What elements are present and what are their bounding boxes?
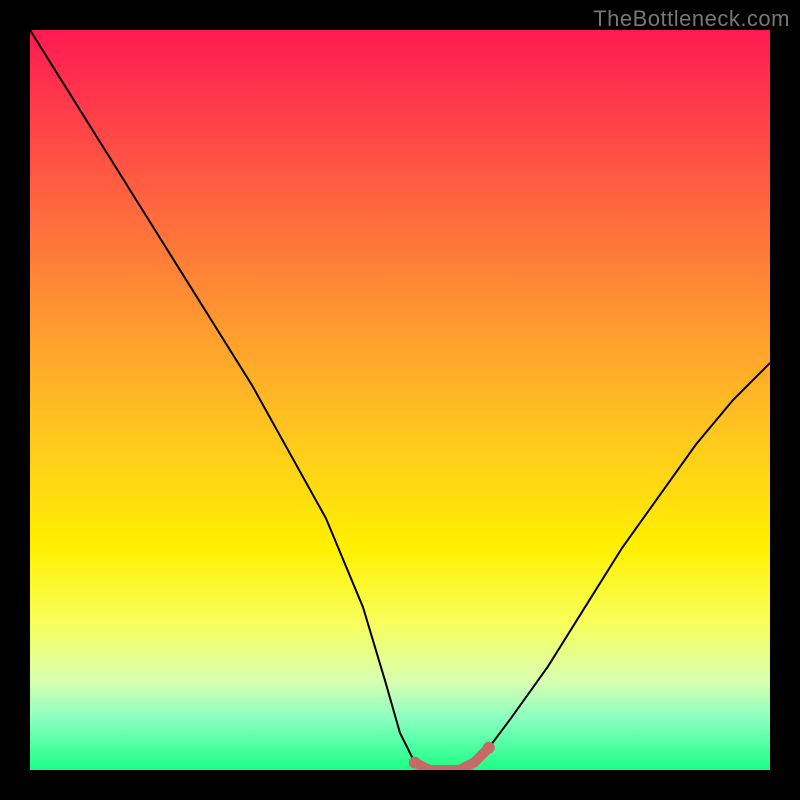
watermark-label: TheBottleneck.com: [593, 6, 790, 32]
chart-frame: TheBottleneck.com: [0, 0, 800, 800]
curve-overlay: [30, 30, 770, 770]
bottleneck-curve: [30, 30, 770, 770]
plot-area: [30, 30, 770, 770]
marker-dot: [409, 757, 421, 769]
optimal-range-marker: [415, 748, 489, 770]
marker-dot: [483, 742, 495, 754]
